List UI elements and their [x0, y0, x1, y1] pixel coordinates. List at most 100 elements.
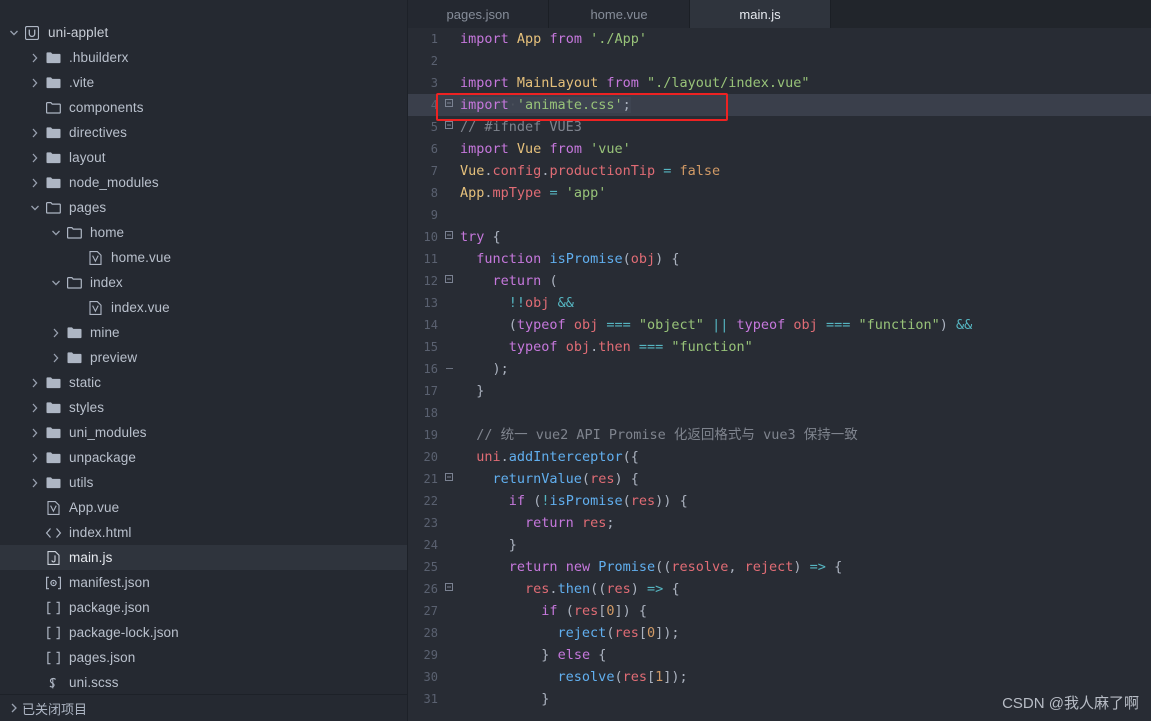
- tree-item-pages[interactable]: pages: [0, 195, 407, 220]
- chevron-right-icon[interactable]: [27, 78, 43, 88]
- code-text: return res;: [525, 515, 615, 531]
- tree-item-index[interactable]: index: [0, 270, 407, 295]
- csdn-watermark: CSDN @我人麻了啊: [1002, 695, 1139, 712]
- tree-item-package-lock-json[interactable]: package-lock.json: [0, 620, 407, 645]
- code-line[interactable]: 4 import·'animate.css';: [408, 94, 1151, 116]
- tree-item-mine[interactable]: mine: [0, 320, 407, 345]
- chevron-right-icon[interactable]: [48, 328, 64, 338]
- tree-item-node-modules[interactable]: node_modules: [0, 170, 407, 195]
- fold-toggle-icon[interactable]: [442, 468, 456, 490]
- code-line[interactable]: 19 // 统一 vue2 API Promise 化返回格式与 vue3 保持…: [408, 424, 1151, 446]
- tree-item-pages-json[interactable]: pages.json: [0, 645, 407, 670]
- tree-item-manifest-json[interactable]: manifest.json: [0, 570, 407, 595]
- code-text: try {: [460, 229, 501, 245]
- code-line[interactable]: 28 reject(res[0]);: [408, 622, 1151, 644]
- code-line[interactable]: 3 import MainLayout from "./layout/index.…: [408, 72, 1151, 94]
- tree-item-uni-scss[interactable]: uni.scss: [0, 670, 407, 694]
- json-file-icon: [43, 651, 63, 665]
- code-line[interactable]: 18: [408, 402, 1151, 424]
- code-line[interactable]: 2: [408, 50, 1151, 72]
- code-line[interactable]: 30 resolve(res[1]);: [408, 666, 1151, 688]
- tree-item-label: pages: [69, 200, 107, 215]
- file-tree[interactable]: uni-applet .hbuilderx .vite components direc…: [0, 0, 407, 694]
- code-line[interactable]: 20 uni.addInterceptor({: [408, 446, 1151, 468]
- code-line[interactable]: 9: [408, 204, 1151, 226]
- line-number: 17: [423, 384, 438, 398]
- tree-item-package-json[interactable]: package.json: [0, 595, 407, 620]
- tree-item-uni-modules[interactable]: uni_modules: [0, 420, 407, 445]
- chevron-right-icon[interactable]: [27, 478, 43, 488]
- tree-item-layout[interactable]: layout: [0, 145, 407, 170]
- chevron-down-icon[interactable]: [6, 29, 22, 37]
- chevron-right-icon[interactable]: [27, 378, 43, 388]
- code-line[interactable]: 27 if (res[0]) {: [408, 600, 1151, 622]
- tree-item-utils[interactable]: utils: [0, 470, 407, 495]
- tree-item-preview[interactable]: preview: [0, 345, 407, 370]
- fold-toggle-icon[interactable]: [442, 578, 456, 600]
- code-line[interactable]: 8 App.mpType = 'app': [408, 182, 1151, 204]
- code-line[interactable]: 14 (typeof obj === "object" || typeof ob…: [408, 314, 1151, 336]
- folder-open-icon: [43, 201, 63, 214]
- tree-item-directives[interactable]: directives: [0, 120, 407, 145]
- fold-toggle-icon[interactable]: [442, 270, 456, 292]
- code-line[interactable]: 21 returnValue(res) {: [408, 468, 1151, 490]
- code-line[interactable]: 23 return res;: [408, 512, 1151, 534]
- tree-item-components[interactable]: components: [0, 95, 407, 120]
- chevron-down-icon[interactable]: [48, 279, 64, 287]
- code-line[interactable]: 16 );: [408, 358, 1151, 380]
- chevron-right-icon[interactable]: [27, 428, 43, 438]
- tree-item-unpackage[interactable]: unpackage: [0, 445, 407, 470]
- code-line[interactable]: 25 return new Promise((resolve, reject) …: [408, 556, 1151, 578]
- code-line[interactable]: 10 try {: [408, 226, 1151, 248]
- code-line[interactable]: 11 function isPromise(obj) {: [408, 248, 1151, 270]
- fold-toggle-icon[interactable]: [442, 94, 456, 116]
- tree-item-label: mine: [90, 325, 120, 340]
- code-line[interactable]: 26 res.then((res) => {: [408, 578, 1151, 600]
- tree-item-home-vue[interactable]: home.vue: [0, 245, 407, 270]
- code-line[interactable]: 17 }: [408, 380, 1151, 402]
- chevron-right-icon[interactable]: [27, 178, 43, 188]
- chevron-right-icon[interactable]: [27, 403, 43, 413]
- editor-tab-pages-json[interactable]: pages.json: [408, 0, 549, 28]
- tree-item-static[interactable]: static: [0, 370, 407, 395]
- chevron-right-icon[interactable]: [27, 128, 43, 138]
- js-file-icon: [43, 550, 63, 565]
- code-line[interactable]: 1 import App from './App': [408, 28, 1151, 50]
- code-line[interactable]: 12 return (: [408, 270, 1151, 292]
- tree-item-main-js[interactable]: main.js: [0, 545, 407, 570]
- fold-toggle-icon[interactable]: [442, 226, 456, 248]
- tree-item-home[interactable]: home: [0, 220, 407, 245]
- folder-icon: [43, 451, 63, 464]
- line-number: 16: [423, 362, 438, 376]
- tree-item-index-vue[interactable]: index.vue: [0, 295, 407, 320]
- code-line[interactable]: 6 import Vue from 'vue': [408, 138, 1151, 160]
- chevron-down-icon[interactable]: [48, 229, 64, 237]
- closed-projects-bar[interactable]: 已关闭项目: [0, 694, 407, 721]
- chevron-right-icon[interactable]: [27, 53, 43, 63]
- tree-item-styles[interactable]: styles: [0, 395, 407, 420]
- editor-tabbar[interactable]: pages.json home.vue main.js: [408, 0, 1151, 28]
- code-line[interactable]: 24 }: [408, 534, 1151, 556]
- line-number: 12: [423, 274, 438, 288]
- tree-item-index-html[interactable]: index.html: [0, 520, 407, 545]
- editor-tab-home-vue[interactable]: home.vue: [549, 0, 690, 28]
- code-text: reject(res[0]);: [557, 625, 680, 641]
- chevron-right-icon[interactable]: [48, 353, 64, 363]
- code-area[interactable]: 1 import App from './App' 2 3 import MainLay…: [408, 28, 1151, 721]
- tree-item-app-vue[interactable]: App.vue: [0, 495, 407, 520]
- code-line[interactable]: 15 typeof obj.then === "function": [408, 336, 1151, 358]
- code-text: uni.addInterceptor({: [476, 449, 639, 465]
- tree-item--hbuilderx[interactable]: .hbuilderx: [0, 45, 407, 70]
- chevron-right-icon[interactable]: [27, 153, 43, 163]
- tree-item--vite[interactable]: .vite: [0, 70, 407, 95]
- tree-item-uni-applet[interactable]: uni-applet: [0, 20, 407, 45]
- code-line[interactable]: 7 Vue.config.productionTip = false: [408, 160, 1151, 182]
- editor-tab-main-js[interactable]: main.js: [690, 0, 831, 28]
- code-line[interactable]: 13 !!obj &&: [408, 292, 1151, 314]
- code-line[interactable]: 29 } else {: [408, 644, 1151, 666]
- chevron-right-icon[interactable]: [27, 453, 43, 463]
- code-line[interactable]: 22 if (!isPromise(res)) {: [408, 490, 1151, 512]
- chevron-down-icon[interactable]: [27, 204, 43, 212]
- fold-toggle-icon[interactable]: [442, 116, 456, 138]
- code-line[interactable]: 5 // #ifndef VUE3: [408, 116, 1151, 138]
